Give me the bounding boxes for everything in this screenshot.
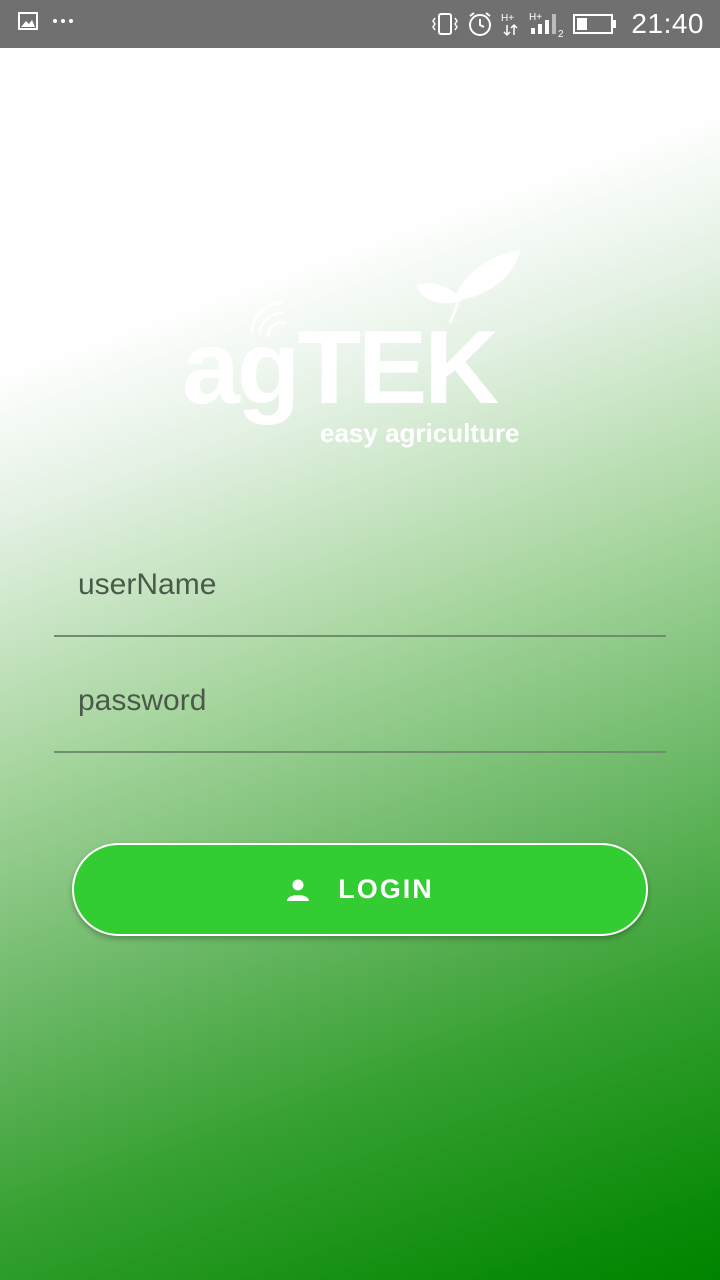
sim-slot-label: 2: [558, 29, 564, 38]
signal-icon: H+ 2: [529, 12, 564, 38]
alarm-icon: [469, 12, 492, 36]
login-button[interactable]: LOGIN: [72, 843, 648, 936]
status-bar-left: [18, 12, 74, 30]
logo-brand-text: agTEK: [182, 310, 499, 426]
logo-tagline: easy agriculture: [320, 418, 519, 448]
login-button-label: LOGIN: [338, 874, 434, 904]
person-icon: [287, 879, 310, 901]
username-input[interactable]: [78, 557, 638, 613]
agtek-logo: agTEK easy agriculture: [182, 250, 520, 448]
data-h-plus-icon: H+: [501, 13, 518, 37]
status-time: 21:40: [631, 8, 704, 39]
username-field-container: [54, 545, 666, 637]
svg-text:H+: H+: [529, 12, 542, 23]
battery-icon: [573, 14, 617, 34]
password-field-container: [54, 661, 666, 753]
password-input[interactable]: [78, 673, 638, 729]
status-bar-right: H+ H+ 2 21:40: [431, 0, 704, 48]
vibrate-icon: [432, 13, 459, 35]
svg-text:H+: H+: [501, 13, 514, 24]
logo-leaf-large: [455, 250, 520, 300]
logo-leaf-small: [416, 283, 462, 304]
more-dots-icon: [53, 19, 73, 23]
login-screen: H+ H+ 2 21:40 agTEK easy agriculture use…: [0, 0, 720, 1280]
gallery-icon: [18, 12, 38, 30]
status-bar: H+ H+ 2 21:40: [0, 0, 720, 48]
